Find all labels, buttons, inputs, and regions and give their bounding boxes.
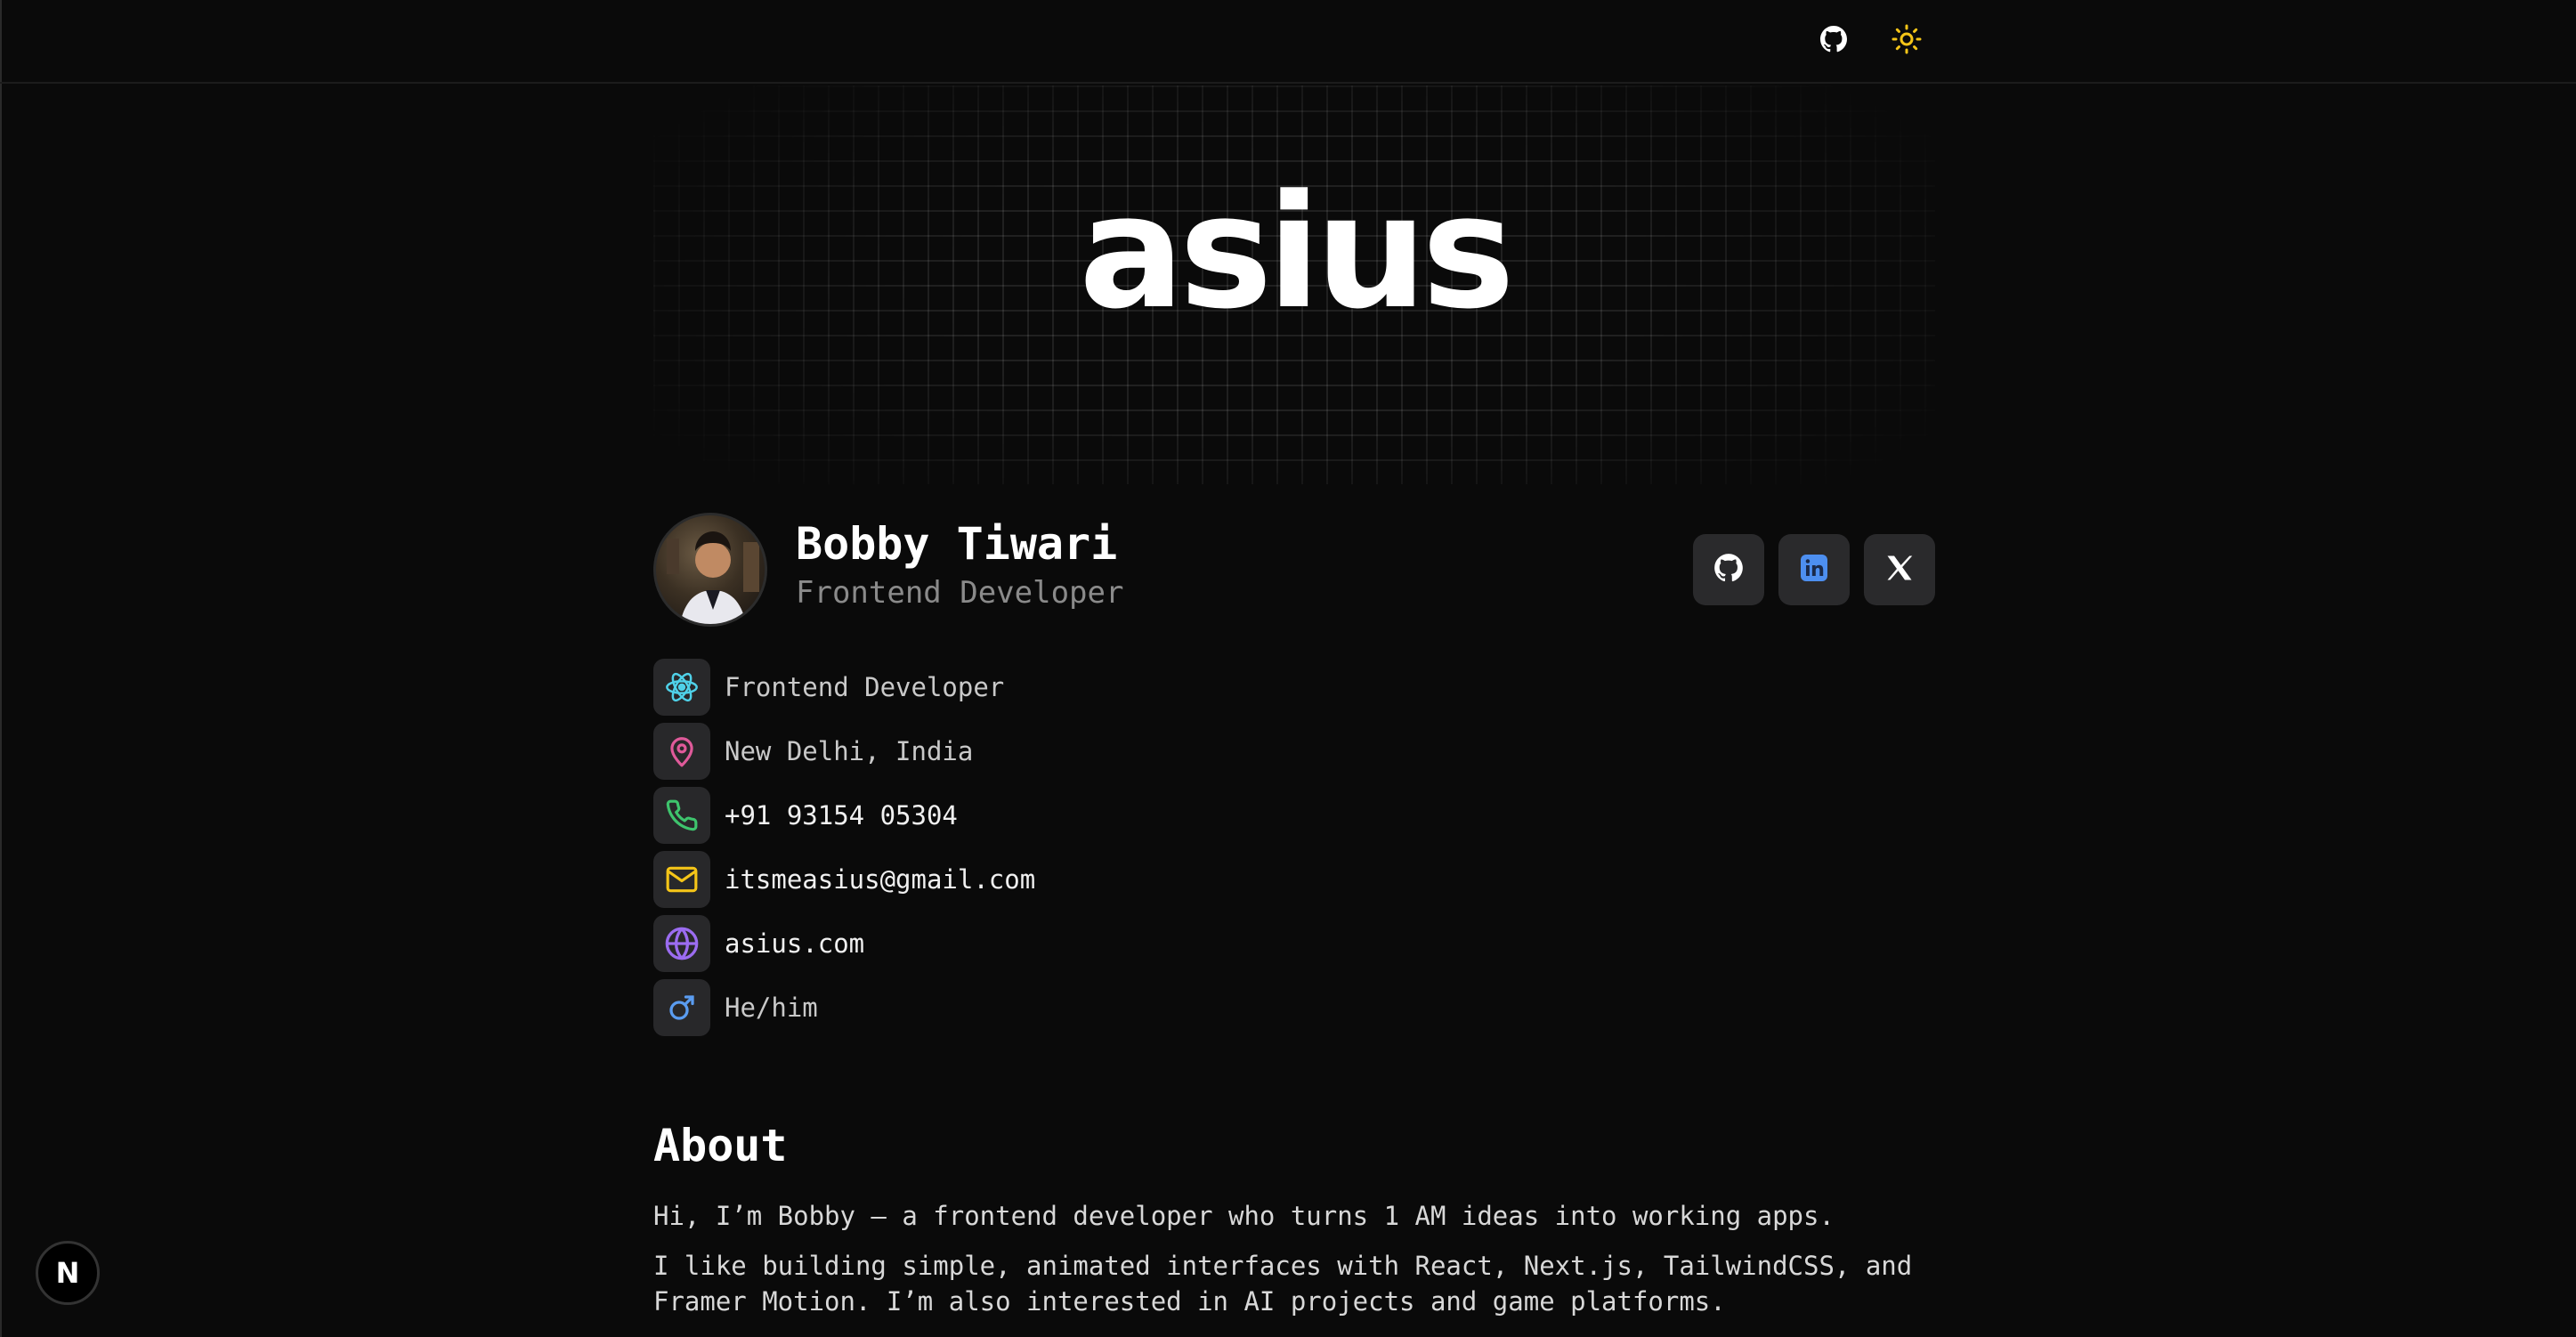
sun-icon <box>1891 23 1923 59</box>
info-item-email[interactable]: itsmeasius@gmail.com <box>653 847 1035 912</box>
github-icon <box>1818 23 1850 59</box>
linkedin-icon <box>1798 552 1830 587</box>
info-item-occupation: Frontend Developer <box>653 655 1035 719</box>
social-links <box>1693 534 1935 605</box>
profile-role: Frontend Developer <box>796 575 1124 611</box>
github-link[interactable] <box>1814 21 1853 61</box>
phone-icon <box>653 787 710 844</box>
info-text-email[interactable]: itsmeasius@gmail.com <box>725 864 1035 895</box>
nextjs-dev-badge[interactable]: N <box>36 1241 100 1305</box>
info-item-website[interactable]: asius.com <box>653 912 1035 976</box>
about-heading: About <box>653 1120 788 1171</box>
theme-toggle-button[interactable] <box>1887 21 1926 61</box>
info-text-pronouns: He/him <box>725 993 818 1023</box>
github-social-button[interactable] <box>1693 534 1764 605</box>
github-icon <box>1712 551 1746 588</box>
male-symbol-icon <box>653 979 710 1036</box>
info-text-website[interactable]: asius.com <box>725 928 864 959</box>
map-pin-icon <box>653 723 710 780</box>
info-item-pronouns: He/him <box>653 976 1035 1040</box>
globe-icon <box>653 915 710 972</box>
x-social-button[interactable] <box>1864 534 1935 605</box>
about-paragraph: I like building simple, animated interfa… <box>653 1251 1913 1317</box>
avatar <box>653 513 767 627</box>
info-item-phone[interactable]: +91 93154 05304 <box>653 783 1035 847</box>
brand-logo: asius <box>1079 161 1515 344</box>
profile-name: Bobby Tiwari <box>796 518 1118 570</box>
info-text-occupation: Frontend Developer <box>725 672 1005 702</box>
info-text-location: New Delhi, India <box>725 736 974 766</box>
mail-icon <box>653 851 710 908</box>
contact-info-list: Frontend Developer New Delhi, India +91 … <box>653 655 1035 1040</box>
top-bar <box>0 0 2576 84</box>
info-item-location: New Delhi, India <box>653 719 1035 783</box>
about-paragraph: Hi, I’m Bobby — a frontend developer who… <box>653 1201 1835 1231</box>
react-icon <box>653 659 710 716</box>
info-text-phone[interactable]: +91 93154 05304 <box>725 800 958 831</box>
x-icon <box>1883 552 1916 587</box>
linkedin-social-button[interactable] <box>1778 534 1850 605</box>
